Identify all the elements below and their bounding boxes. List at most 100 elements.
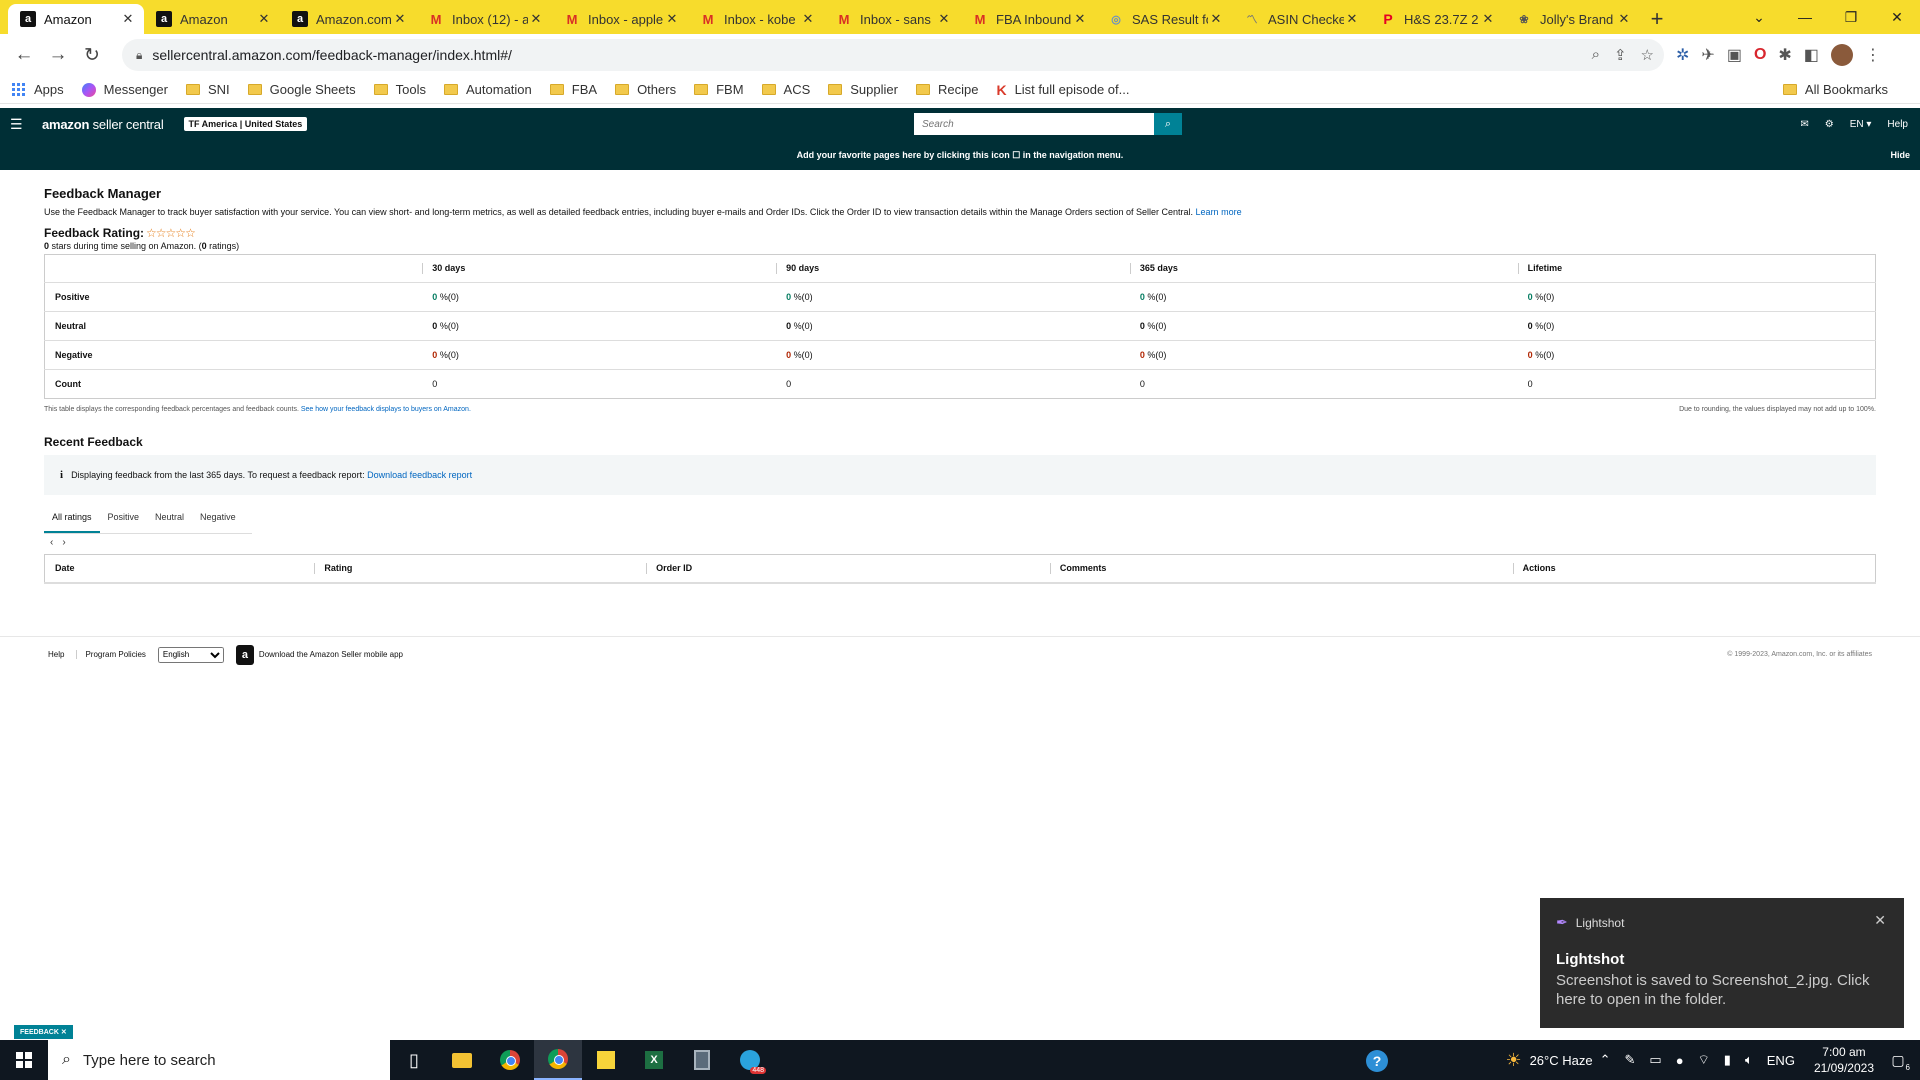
weather-text[interactable]: 26°C Haze — [1530, 1053, 1593, 1068]
extension-icon[interactable]: ✈ — [1701, 45, 1714, 65]
menu-kebab-icon[interactable]: ⋮ — [1865, 45, 1881, 65]
help-link[interactable]: Help — [1887, 119, 1908, 130]
rating-tab-positive[interactable]: Positive — [100, 505, 148, 533]
extension-icon[interactable]: ✲ — [1676, 45, 1689, 65]
wifi-icon[interactable]: ⌔ — [1698, 1052, 1710, 1068]
feedback-tab-button[interactable]: FEEDBACK ✕ — [14, 1025, 73, 1039]
battery-icon[interactable]: ▮ — [1724, 1052, 1731, 1068]
language-select[interactable]: English — [157, 646, 224, 663]
profile-avatar[interactable] — [1830, 44, 1853, 66]
restore-button[interactable]: ❐ — [1828, 0, 1874, 34]
chrome-active-icon[interactable] — [534, 1040, 582, 1080]
mobile-app-link[interactable]: Download the Amazon Seller mobile app — [259, 650, 403, 659]
tab-search-icon[interactable]: ⌄ — [1736, 0, 1782, 34]
close-tab-icon[interactable]: ✕ — [120, 11, 136, 27]
feedback-column-header[interactable]: Rating — [314, 554, 647, 584]
store-selector[interactable]: TF America | United States — [183, 117, 308, 131]
bookmark-folder[interactable]: Automation — [444, 82, 532, 97]
excel-icon[interactable]: X — [630, 1040, 678, 1080]
browser-tab[interactable]: P H&S 23.7Z 2 ✕ — [1368, 4, 1504, 34]
minimize-button[interactable]: — — [1782, 0, 1828, 34]
close-tab-icon[interactable]: ✕ — [1616, 11, 1632, 27]
taskbar-search[interactable]: ⌕ Type here to search — [48, 1040, 390, 1080]
footer-help-link[interactable]: Help — [48, 650, 64, 659]
close-tab-icon[interactable]: ✕ — [1480, 11, 1496, 27]
browser-tab[interactable]: ❀ Jolly's Brand ✕ — [1504, 4, 1640, 34]
browser-tab[interactable]: M Inbox (12) - a ✕ — [416, 4, 552, 34]
close-icon[interactable]: ✕ — [1874, 912, 1886, 929]
close-tab-icon[interactable]: ✕ — [664, 11, 680, 27]
seller-central-logo[interactable]: amazon seller central — [42, 117, 164, 132]
new-tab-button[interactable]: + — [1640, 4, 1674, 34]
bookmark-messenger[interactable]: Messenger — [81, 82, 168, 97]
close-tab-icon[interactable]: ✕ — [936, 11, 952, 27]
calculator-icon[interactable] — [678, 1040, 726, 1080]
browser-tab[interactable]: a Amazon ✕ — [144, 4, 280, 34]
bookmark-folder[interactable]: Tools — [373, 82, 426, 97]
bookmark-folder[interactable]: Recipe — [915, 82, 978, 97]
bookmark-folder[interactable]: FBA — [549, 82, 597, 97]
browser-tab[interactable]: M FBA Inbound ✕ — [960, 4, 1096, 34]
close-tab-icon[interactable]: ✕ — [256, 11, 272, 27]
rating-tab-neutral[interactable]: Neutral — [147, 505, 192, 533]
download-feedback-report-link[interactable]: Download feedback report — [367, 470, 472, 480]
browser-tab[interactable]: M Inbox - sans ✕ — [824, 4, 960, 34]
feedback-column-header[interactable]: Comments — [1049, 554, 1513, 584]
browser-tab[interactable]: M Inbox - apple ✕ — [552, 4, 688, 34]
prev-page-button[interactable]: ‹ — [50, 537, 53, 548]
browser-tab[interactable]: 〽 ASIN Checke ✕ — [1232, 4, 1368, 34]
side-panel-icon[interactable]: ◧ — [1804, 45, 1819, 65]
bookmark-folder[interactable]: SNI — [185, 82, 230, 97]
browser-tab[interactable]: M Inbox - kobe ✕ — [688, 4, 824, 34]
browser-tab[interactable]: a Amazon.com ✕ — [280, 4, 416, 34]
bookmark-star-icon[interactable]: ☆ — [1641, 46, 1654, 64]
pen-icon[interactable]: ✎ — [1625, 1052, 1636, 1068]
rating-tab-all-ratings[interactable]: All ratings — [44, 505, 100, 533]
bookmark-folder[interactable]: ACS — [761, 82, 810, 97]
back-button[interactable]: ← — [8, 39, 40, 71]
search-button[interactable]: ⌕ — [1154, 113, 1182, 135]
opera-extension-icon[interactable]: O — [1754, 46, 1766, 64]
close-tab-icon[interactable]: ✕ — [528, 11, 544, 27]
bookmark-folder[interactable]: Supplier — [828, 82, 898, 97]
input-language[interactable]: ENG — [1767, 1053, 1795, 1068]
lightshot-notification[interactable]: ✒ Lightshot ✕ Lightshot Screenshot is sa… — [1540, 898, 1904, 1028]
bookmark-folder[interactable]: Google Sheets — [247, 82, 356, 97]
seller-search-input[interactable] — [914, 113, 1154, 135]
close-tab-icon[interactable]: ✕ — [1208, 11, 1224, 27]
language-selector[interactable]: EN ▾ — [1850, 119, 1872, 130]
clock[interactable]: 7:00 am 21/09/2023 — [1814, 1044, 1874, 1076]
feedback-column-header[interactable]: Order ID — [646, 554, 1050, 584]
learn-more-link[interactable]: Learn more — [1196, 207, 1242, 217]
task-view-icon[interactable]: ▯ — [390, 1040, 438, 1080]
share-icon[interactable]: ⇪ — [1614, 46, 1627, 64]
bookmark-k-link[interactable]: K List full episode of... — [996, 82, 1129, 98]
feedback-column-header[interactable]: Actions — [1512, 554, 1876, 584]
chevron-up-icon[interactable]: ⌃ — [1600, 1052, 1611, 1068]
feedback-column-header[interactable]: Date — [44, 554, 315, 584]
rating-tab-negative[interactable]: Negative — [192, 505, 244, 533]
volume-icon[interactable]: 🔈︎ — [1745, 1052, 1753, 1068]
extension-icon[interactable]: ▣ — [1727, 45, 1742, 65]
notification-center-icon[interactable]: ▢ 6 — [1884, 1046, 1912, 1074]
bookmark-folder[interactable]: FBM — [694, 82, 744, 97]
all-bookmarks[interactable]: All Bookmarks — [1782, 82, 1888, 97]
sync-icon[interactable]: ● — [1676, 1053, 1684, 1068]
bookmark-apps[interactable]: Apps — [12, 82, 64, 97]
start-button[interactable] — [0, 1040, 48, 1080]
close-tab-icon[interactable]: ✕ — [1344, 11, 1360, 27]
close-window-button[interactable]: ✕ — [1874, 0, 1920, 34]
amazon-app-icon[interactable]: a — [235, 644, 254, 665]
telegram-icon[interactable]: 448 — [726, 1040, 774, 1080]
mail-icon[interactable]: ✉ — [1800, 119, 1808, 130]
chrome-icon[interactable] — [486, 1040, 534, 1080]
help-icon[interactable]: ? — [1366, 1050, 1388, 1072]
close-tab-icon[interactable]: ✕ — [392, 11, 408, 27]
address-bar[interactable]: 🔒︎ sellercentral.amazon.com/feedback-man… — [122, 39, 1664, 71]
close-tab-icon[interactable]: ✕ — [800, 11, 816, 27]
feedback-display-link[interactable]: See how your feedback displays to buyers… — [301, 406, 471, 413]
hamburger-menu-icon[interactable]: ☰ — [10, 116, 24, 133]
next-page-button[interactable]: › — [62, 537, 65, 548]
close-tab-icon[interactable]: ✕ — [1072, 11, 1088, 27]
hide-favorites-button[interactable]: Hide — [1890, 150, 1910, 160]
